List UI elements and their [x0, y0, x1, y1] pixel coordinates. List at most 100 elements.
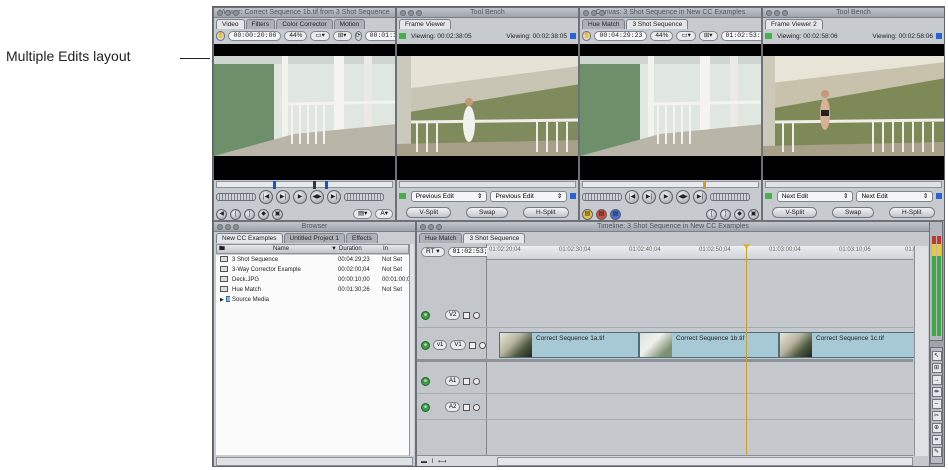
add-marker-icon[interactable]: ◆ — [258, 208, 269, 220]
viewer-duration-timecode[interactable]: 00:00:20:00 — [228, 31, 282, 41]
list-item[interactable]: 3 Shot Sequence 00:04:29;23 Not Set — [216, 255, 409, 265]
timeline-vertical-scrollbar[interactable] — [914, 246, 928, 456]
canvas-zoom-popup[interactable]: 44% — [650, 31, 674, 41]
previous-edit-icon[interactable]: |◀ — [259, 190, 273, 204]
browser-horizontal-scrollbar[interactable] — [216, 457, 413, 466]
frame-viewer-scrubber[interactable] — [399, 181, 576, 188]
shuttle-control[interactable] — [582, 193, 622, 201]
tab-3-shot-sequence[interactable]: 3 Shot Sequence — [463, 233, 526, 243]
close-icon[interactable] — [420, 224, 426, 230]
crop-icon[interactable]: ⌗ — [931, 435, 942, 445]
frame-viewer-video[interactable] — [397, 44, 578, 180]
frame-select-left[interactable]: Next Edit ⇕ — [776, 190, 854, 202]
lock-icon[interactable] — [468, 341, 476, 349]
frame-viewer-2-video[interactable] — [763, 44, 944, 180]
h-split-button[interactable]: H-Split — [523, 206, 569, 218]
minimize-icon[interactable] — [591, 10, 597, 16]
viewer-scrubber-bar[interactable] — [216, 181, 393, 189]
timeline-clip[interactable]: Correct Sequence 1c.tif — [779, 332, 919, 358]
timeline-titlebar[interactable]: Timeline: 3 Shot Sequence in New CC Exam… — [417, 222, 929, 232]
tab-video[interactable]: Video — [216, 19, 245, 29]
track-audio-icon[interactable]: ● — [421, 402, 430, 412]
v-split-button[interactable]: V-Split — [406, 206, 452, 218]
tab-filters[interactable]: Filters — [245, 19, 276, 29]
minimize-icon[interactable] — [428, 224, 434, 230]
roll-icon[interactable]: ⇹ — [931, 387, 942, 397]
edit-select-icon[interactable]: ⊞ — [931, 363, 942, 373]
zoom-window-icon[interactable] — [436, 224, 442, 230]
recent-clips-popup[interactable]: ▤▾ — [352, 209, 373, 219]
match-frame-icon[interactable]: ▣ — [272, 208, 283, 220]
frame-viewer-titlebar[interactable]: Tool Bench — [397, 8, 578, 18]
shuttle-control[interactable] — [216, 193, 256, 201]
jog-control[interactable] — [344, 193, 384, 201]
swap-button[interactable]: Swap — [831, 206, 875, 218]
track-height-icon[interactable]: ▬ — [421, 459, 427, 465]
zoom-window-icon[interactable] — [599, 10, 605, 16]
play-in-out-icon[interactable]: ▶| — [642, 190, 656, 204]
list-item[interactable]: 3-Way Corrector Example 00:02:00;04 Not … — [216, 265, 409, 275]
zoom-window-icon[interactable] — [782, 10, 788, 16]
overlay-popup[interactable]: ⊞▾ — [698, 31, 718, 41]
zoom-window-icon[interactable] — [416, 10, 422, 16]
play-icon[interactable]: ▶ — [659, 190, 673, 204]
track-visibility-icon[interactable]: ● — [421, 310, 430, 320]
column-duration[interactable]: Duration — [337, 245, 381, 253]
previous-edit-icon[interactable]: |◀ — [625, 190, 639, 204]
frame-select-left[interactable]: Previous Edit ⇕ — [410, 190, 488, 202]
list-item[interactable]: ▶ Source Media — [216, 295, 409, 305]
playhead-marker[interactable] — [313, 181, 316, 189]
canvas-scrubber-bar[interactable] — [582, 181, 759, 189]
slip-icon[interactable]: ⇔ — [931, 399, 942, 409]
selection-icon[interactable]: ↖ — [931, 351, 942, 361]
add-marker-icon[interactable]: ◆ — [734, 208, 745, 220]
auto-select-icon[interactable] — [473, 377, 481, 385]
tab-3-shot-sequence[interactable]: 3 Shot Sequence — [626, 19, 689, 29]
track-a2-label[interactable]: A2 — [445, 402, 461, 412]
out-point-marker[interactable] — [325, 181, 328, 189]
viewer-video-frame[interactable] — [214, 44, 395, 180]
close-icon[interactable] — [400, 10, 406, 16]
viewer-current-timecode[interactable]: 00:01:15:15 — [364, 31, 395, 41]
viewer-zoom-popup[interactable]: 44% — [284, 31, 308, 41]
viewer-titlebar[interactable]: Viewer: Correct Sequence 1b.tif from 3 S… — [214, 8, 395, 18]
replace-edit-icon[interactable]: ▤ — [610, 208, 621, 220]
h-split-button[interactable]: H-Split — [889, 206, 935, 218]
tab-color-corrector[interactable]: Color Corrector — [276, 19, 333, 29]
match-frame-icon[interactable]: ▣ — [748, 208, 759, 220]
frame-viewer-2-scrubber[interactable] — [765, 181, 942, 188]
timeline-clip[interactable]: Correct Sequence 1a.tif — [499, 332, 639, 358]
track-visibility-icon[interactable]: ● — [421, 340, 430, 350]
insert-edit-icon[interactable]: ◀ — [216, 208, 227, 220]
canvas-current-timecode[interactable]: 01:02:53:21 — [720, 31, 761, 41]
browser-titlebar[interactable]: Browser — [214, 222, 415, 232]
play-icon[interactable]: ▶ — [293, 190, 307, 204]
canvas-duration-timecode[interactable]: 00:04:29:23 — [594, 31, 648, 41]
list-item[interactable]: Hue Match 00:01:30;26 Not Set — [216, 285, 409, 295]
generator-popup[interactable]: A▾ — [375, 209, 393, 219]
tab-hue-match[interactable]: Hue Match — [419, 233, 463, 243]
track-v1-label[interactable]: V1 — [450, 340, 466, 350]
tab-effects[interactable]: Effects — [346, 233, 378, 243]
frame-select-right[interactable]: Previous Edit ⇕ — [490, 190, 568, 202]
zoom-slider-icon[interactable]: ⟷ — [438, 458, 447, 465]
overlay-popup[interactable]: ⊞▾ — [332, 31, 352, 41]
sort-arrow-icon[interactable]: ▼ — [329, 245, 337, 253]
frame-viewer-2-titlebar[interactable]: Tool Bench — [763, 8, 944, 18]
zoom-window-icon[interactable] — [233, 10, 239, 16]
disclosure-triangle-icon[interactable]: ▶ — [218, 297, 224, 303]
razor-icon[interactable]: ✂ — [931, 411, 942, 421]
lock-icon[interactable] — [463, 311, 471, 319]
track-v2-label[interactable]: V2 — [445, 310, 461, 320]
tab-new-cc-examples[interactable]: New CC Examples — [216, 233, 283, 243]
close-icon[interactable] — [583, 10, 589, 16]
close-icon[interactable] — [217, 224, 223, 230]
close-icon[interactable] — [217, 10, 223, 16]
tab-motion[interactable]: Motion — [333, 19, 366, 29]
minimize-icon[interactable] — [774, 10, 780, 16]
mark-in-icon[interactable]: { — [706, 208, 717, 220]
view-mode-popup[interactable]: ▭▾ — [310, 31, 330, 41]
playhead-marker[interactable] — [703, 181, 706, 189]
next-edit-icon[interactable]: ▶| — [693, 190, 707, 204]
auto-select-icon[interactable] — [473, 311, 481, 319]
